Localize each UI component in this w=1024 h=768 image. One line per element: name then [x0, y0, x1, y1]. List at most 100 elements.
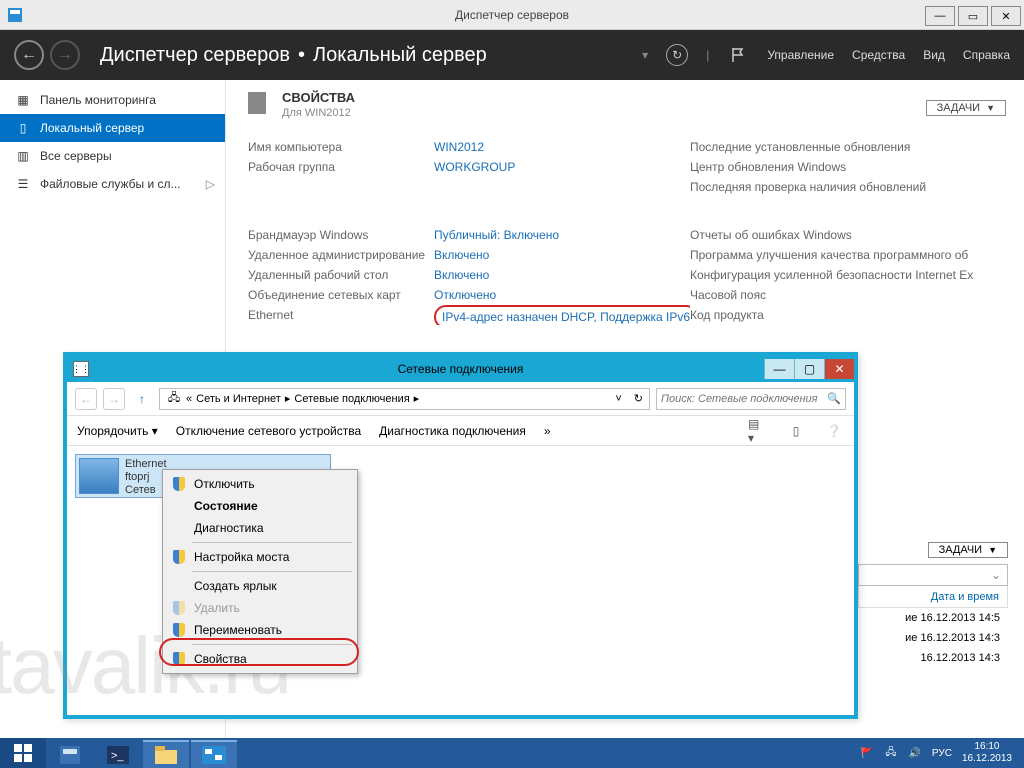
- props-subtitle: Для WIN2012: [282, 107, 355, 119]
- label-ie-esc: Конфигурация усиленной безопасности Inte…: [690, 265, 1014, 285]
- shield-icon: [171, 651, 187, 667]
- event-row[interactable]: ие 16.12.2013 14:5: [858, 608, 1008, 628]
- ctx-delete: Удалить: [166, 597, 354, 619]
- sidebar-item-local-server[interactable]: ▯Локальный сервер: [0, 114, 225, 142]
- label-windows-update: Центр обновления Windows: [690, 157, 1014, 177]
- tray-lang[interactable]: РУС: [932, 748, 952, 759]
- label-last-check: Последняя проверка наличия обновлений: [690, 177, 1014, 197]
- minimize-button[interactable]: —: [925, 6, 955, 26]
- adapter-line2: ftoprj: [125, 471, 167, 484]
- tray-clock[interactable]: 16:10 16.12.2013: [962, 741, 1018, 765]
- sidebar-item-dashboard[interactable]: ▦Панель мониторинга: [0, 86, 225, 114]
- shield-icon: [171, 622, 187, 638]
- value-ethernet-link[interactable]: IPv4-адрес назначен DHCP, Поддержка IPv6: [434, 305, 690, 325]
- ctx-disable[interactable]: Отключить: [166, 473, 354, 495]
- ctx-properties[interactable]: Свойства: [166, 648, 354, 670]
- nc-up-button[interactable]: ↑: [131, 388, 153, 410]
- nc-app-icon: ⋮⋮: [73, 361, 89, 377]
- value-nic-teaming[interactable]: Отключено: [434, 285, 690, 305]
- sidebar-item-all-servers[interactable]: ▥Все серверы: [0, 142, 225, 170]
- diagnose-button[interactable]: Диагностика подключения: [379, 424, 526, 438]
- adapter-context-menu: Отключить Состояние Диагностика Настройк…: [162, 469, 358, 674]
- tray-network-icon[interactable]: 🖧: [884, 746, 898, 760]
- nc-address-bar: ← → ↑ 🖧 « Сеть и Интернет ▸ Сетевые подк…: [67, 382, 854, 416]
- nc-titlebar: ⋮⋮ Сетевые подключения — ▢ ✕: [67, 356, 854, 382]
- refresh-icon[interactable]: ↻: [666, 44, 688, 66]
- taskbar-server-manager[interactable]: [47, 740, 93, 768]
- nc-forward-button[interactable]: →: [103, 388, 125, 410]
- path-seg-connections[interactable]: Сетевые подключения: [294, 393, 409, 405]
- ctx-status[interactable]: Состояние: [166, 495, 354, 517]
- preview-pane-button[interactable]: ▯: [786, 421, 806, 441]
- nc-search[interactable]: 🔍: [656, 388, 846, 410]
- file-services-icon: ☰: [16, 177, 30, 191]
- nav-back-button[interactable]: ←: [14, 40, 44, 70]
- menu-help[interactable]: Справка: [963, 48, 1010, 62]
- path-refresh-icon[interactable]: ↻: [634, 392, 643, 405]
- sidebar-item-file-services[interactable]: ☰Файловые службы и сл...▷: [0, 170, 225, 198]
- menu-tools[interactable]: Средства: [852, 48, 905, 62]
- ctx-shortcut[interactable]: Создать ярлык: [166, 575, 354, 597]
- breadcrumb-page[interactable]: Локальный сервер: [313, 44, 487, 66]
- value-remote-admin[interactable]: Включено: [434, 245, 690, 265]
- tasks-button[interactable]: ЗАДАЧИ▼: [926, 100, 1006, 116]
- nc-toolbar: Упорядочить ▾ Отключение сетевого устрой…: [67, 416, 854, 446]
- taskbar-powershell[interactable]: >_: [95, 740, 141, 768]
- value-workgroup[interactable]: WORKGROUP: [434, 157, 690, 177]
- sm-title: Диспетчер серверов: [455, 8, 569, 22]
- label-error-reports: Отчеты об ошибках Windows: [690, 225, 1014, 245]
- sm-app-icon: [4, 4, 26, 26]
- props-icon: [248, 92, 266, 114]
- close-button[interactable]: ✕: [991, 6, 1021, 26]
- breadcrumb-root[interactable]: Диспетчер серверов: [100, 44, 290, 66]
- nc-search-input[interactable]: [661, 393, 827, 405]
- sm-titlebar: Диспетчер серверов — ▭ ✕: [0, 0, 1024, 30]
- menu-view[interactable]: Вид: [923, 48, 945, 62]
- value-remote-desktop[interactable]: Включено: [434, 265, 690, 285]
- organize-menu[interactable]: Упорядочить ▾: [77, 424, 158, 438]
- taskbar: >_ 🚩 🖧 🔊 РУС 16:10 16.12.2013: [0, 738, 1024, 768]
- separator: [192, 571, 352, 572]
- tray-sound-icon[interactable]: 🔊: [908, 746, 922, 760]
- server-icon: ▯: [16, 121, 30, 135]
- nc-back-button[interactable]: ←: [75, 388, 97, 410]
- servers-icon: ▥: [16, 149, 30, 163]
- adapter-name: Ethernet: [125, 458, 167, 471]
- flag-icon[interactable]: [727, 44, 749, 66]
- event-row[interactable]: 16.12.2013 14:3: [858, 648, 1008, 668]
- ctx-diagnose[interactable]: Диагностика: [166, 517, 354, 539]
- svg-text:>_: >_: [111, 750, 124, 762]
- events-column-date[interactable]: Дата и время: [858, 586, 1008, 608]
- ctx-bridge[interactable]: Настройка моста: [166, 546, 354, 568]
- nav-forward-button[interactable]: →: [50, 40, 80, 70]
- ctx-rename[interactable]: Переименовать: [166, 619, 354, 641]
- path-seg-network[interactable]: Сеть и Интернет: [196, 393, 281, 405]
- tray-flag-icon[interactable]: 🚩: [860, 746, 874, 760]
- nc-minimize-button[interactable]: —: [764, 359, 794, 379]
- toolbar-overflow[interactable]: »: [544, 424, 551, 438]
- separator: [192, 542, 352, 543]
- events-filter[interactable]: ⌄: [858, 564, 1008, 586]
- nc-close-button[interactable]: ✕: [824, 359, 854, 379]
- adapter-icon: [79, 458, 119, 494]
- view-icons-button[interactable]: ▤ ▾: [748, 421, 768, 441]
- label-computer-name: Имя компьютера: [248, 137, 434, 157]
- disable-device-button[interactable]: Отключение сетевого устройства: [176, 424, 361, 438]
- menu-manage[interactable]: Управление: [767, 48, 834, 62]
- value-firewall[interactable]: Публичный: Включено: [434, 225, 690, 245]
- label-firewall: Брандмауэр Windows: [248, 225, 434, 245]
- start-button[interactable]: [0, 738, 46, 768]
- value-computer-name[interactable]: WIN2012: [434, 137, 690, 157]
- nc-maximize-button[interactable]: ▢: [794, 359, 824, 379]
- event-row[interactable]: ие 16.12.2013 14:3: [858, 628, 1008, 648]
- chevron-down-icon[interactable]: ˅: [615, 393, 621, 405]
- events-tasks-button[interactable]: ЗАДАЧИ▼: [928, 542, 1008, 558]
- label-remote-admin: Удаленное администрирование: [248, 245, 434, 265]
- label-workgroup: Рабочая группа: [248, 157, 434, 177]
- taskbar-network-connections[interactable]: [191, 740, 237, 768]
- nc-path[interactable]: 🖧 « Сеть и Интернет ▸ Сетевые подключени…: [159, 388, 650, 410]
- maximize-button[interactable]: ▭: [958, 6, 988, 26]
- label-last-updates: Последние установленные обновления: [690, 137, 1014, 157]
- taskbar-explorer[interactable]: [143, 740, 189, 768]
- help-icon[interactable]: ❔: [824, 421, 844, 441]
